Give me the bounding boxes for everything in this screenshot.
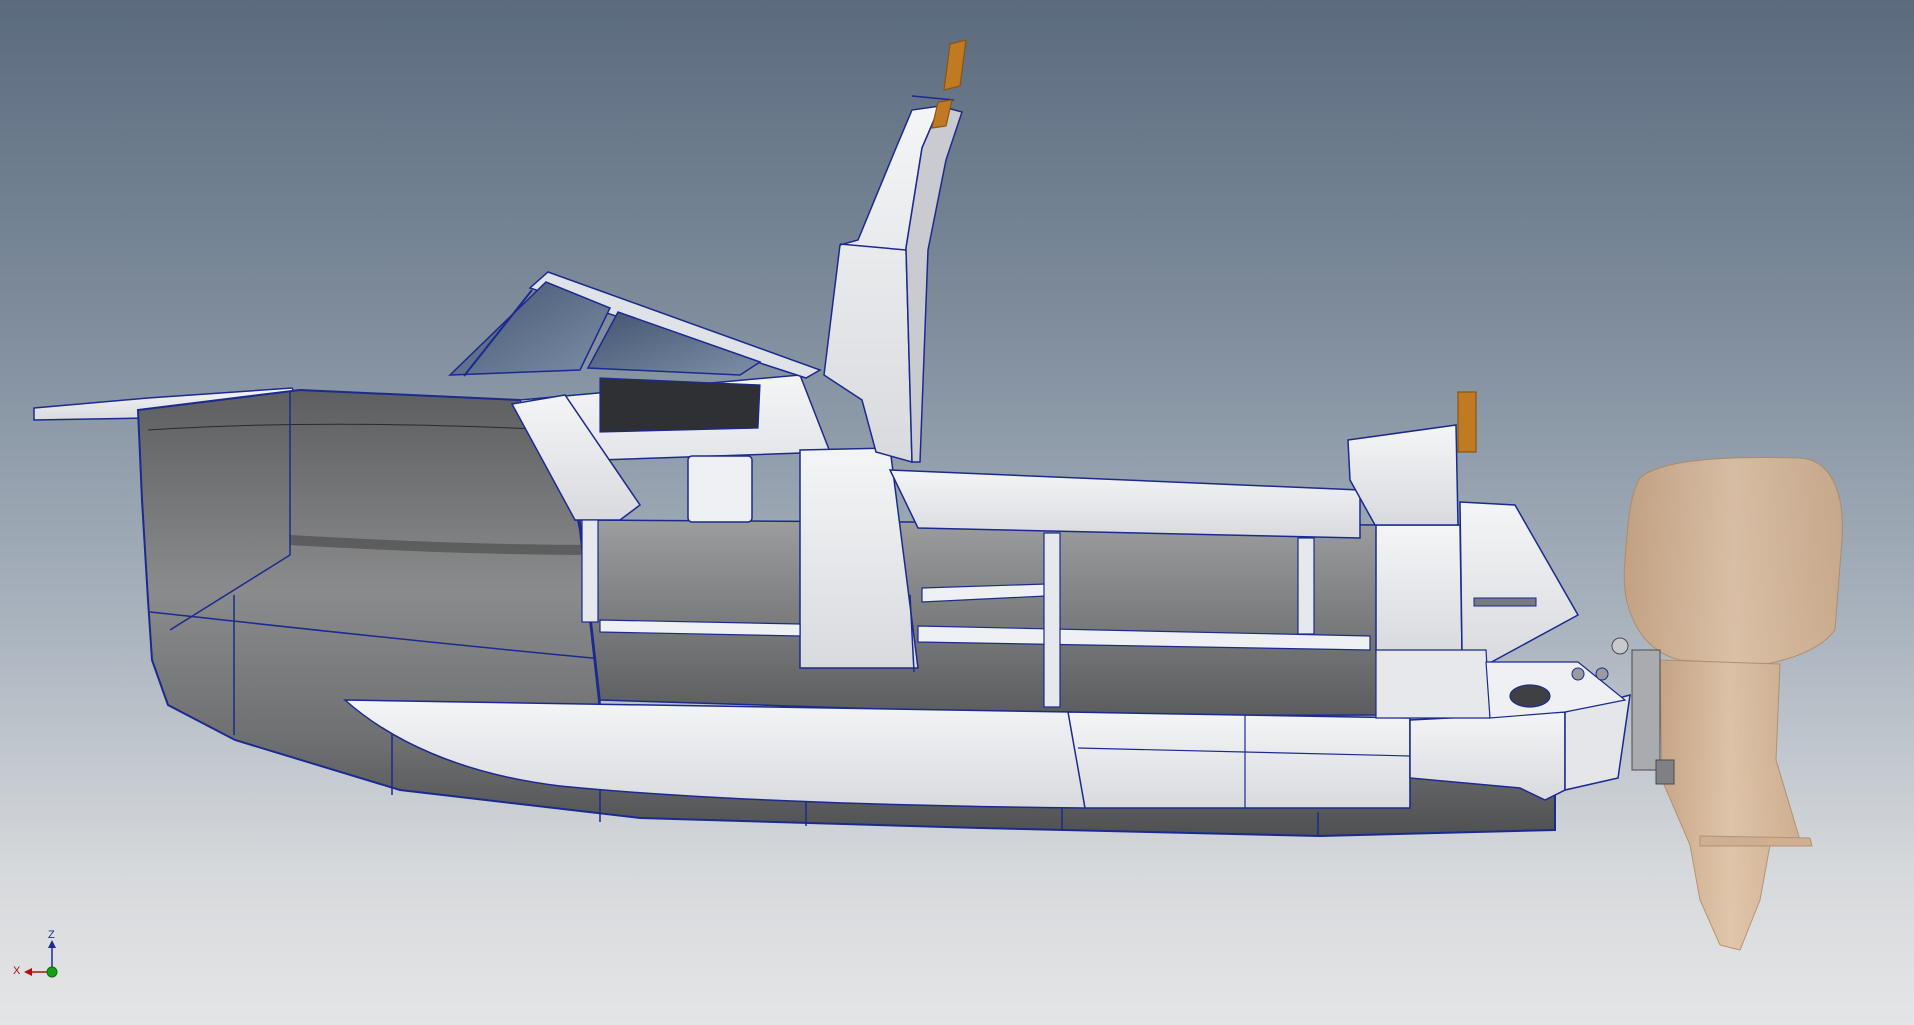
boat-model[interactable] — [0, 0, 1914, 1025]
transom-fitting-1 — [1571, 667, 1585, 681]
cad-viewport[interactable]: Z X — [0, 0, 1914, 1025]
transom-fitting-2 — [1595, 667, 1609, 681]
aft-vent-slot — [1473, 597, 1537, 607]
aft-quarter-panel — [1459, 501, 1580, 666]
aft-lower-panel — [1067, 711, 1411, 809]
outboard-midsection — [1659, 659, 1801, 951]
aft-rod-holder — [1457, 391, 1477, 453]
aft-cabin-block — [1375, 524, 1463, 653]
cabin-window-frame — [599, 377, 761, 433]
outboard-cavitation-plate — [1699, 835, 1813, 847]
arch-rod-holder-1 — [943, 39, 967, 91]
scupper-port — [1509, 684, 1551, 708]
coordinate-triad: Z X — [8, 928, 68, 984]
x-axis-label: X — [13, 965, 21, 977]
side-deck — [888, 469, 1361, 539]
stanchion-3 — [1297, 537, 1315, 635]
stanchion-1 — [581, 519, 599, 623]
z-axis-label: Z — [48, 929, 55, 941]
cockpit-interior — [579, 519, 1381, 717]
aft-deck-step — [1375, 649, 1491, 719]
aft-seat-box — [1347, 424, 1459, 526]
outboard-cowling — [1623, 457, 1843, 666]
stanchion-2 — [1043, 532, 1061, 708]
cabin-hatch[interactable] — [687, 455, 753, 523]
radar-arch-top — [911, 95, 955, 101]
